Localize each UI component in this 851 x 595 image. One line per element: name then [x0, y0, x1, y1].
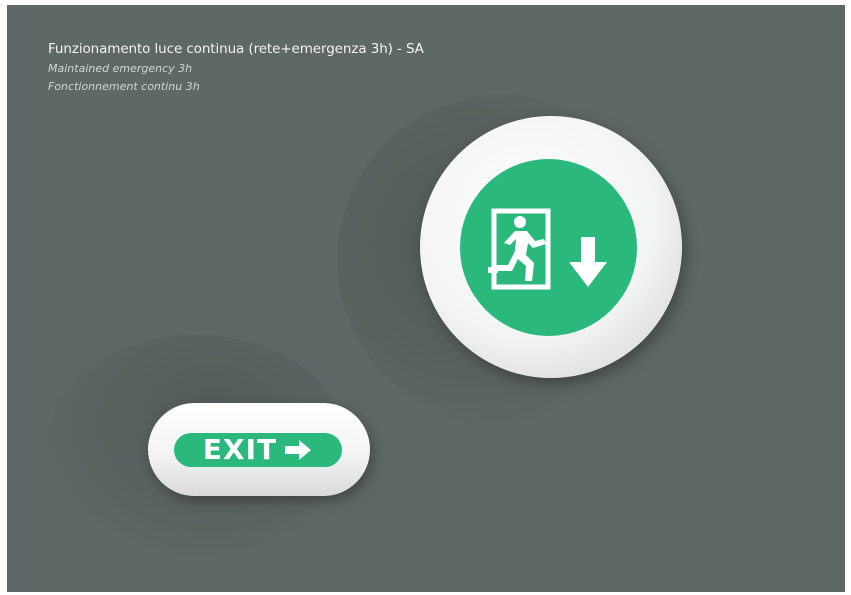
emergency-exit-sign [460, 159, 637, 336]
caption-subtitle-fr: Fonctionnement continu 3h [48, 80, 200, 93]
exit-label: EXIT [202, 433, 278, 466]
caption-subtitle-en: Maintained emergency 3h [48, 62, 193, 75]
exit-sign-luminaire: EXIT [148, 403, 370, 496]
product-panel: Funzionamento luce continua (rete+emerge… [7, 5, 845, 592]
arrow-right-icon [285, 440, 312, 460]
caption-title: Funzionamento luce continua (rete+emerge… [48, 41, 424, 57]
arrow-down-icon [569, 237, 607, 287]
caption-block: Funzionamento luce continua (rete+emerge… [48, 40, 424, 95]
round-emergency-luminaire [420, 116, 682, 378]
exit-sign-panel: EXIT [174, 433, 342, 467]
